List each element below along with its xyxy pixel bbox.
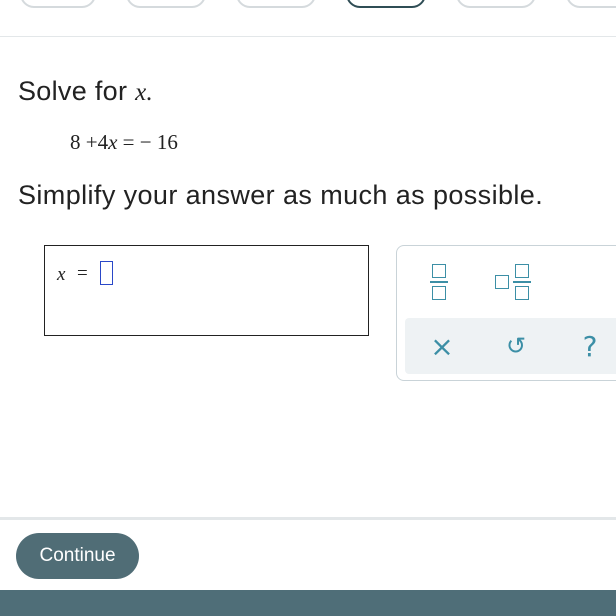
answer-input-area[interactable]: x = xyxy=(44,245,369,336)
equation: 8 +4x = − 16 xyxy=(70,130,178,155)
instruction-text: Simplify your answer as much as possible… xyxy=(18,180,544,210)
continue-button[interactable]: Continue xyxy=(16,533,139,579)
progress-step[interactable] xyxy=(20,0,96,8)
equation-rhs: − 16 xyxy=(139,130,178,154)
prompt-text: Solve for xyxy=(18,76,128,106)
equation-coefficient: 4 xyxy=(97,130,109,154)
answer-variable: x xyxy=(57,264,66,285)
palette-template-row xyxy=(397,246,616,316)
help-icon: ? xyxy=(582,329,598,363)
equation-constant: 8 xyxy=(70,130,81,154)
progress-step[interactable] xyxy=(126,0,206,8)
equation-plus: + xyxy=(85,130,98,154)
palette-action-row: × ↺ ? xyxy=(405,318,616,374)
progress-step[interactable] xyxy=(456,0,536,8)
equation-equals: = xyxy=(122,130,135,154)
mixed-number-icon[interactable] xyxy=(491,260,537,304)
help-button[interactable]: ? xyxy=(573,326,607,366)
close-icon: × xyxy=(430,329,454,363)
footer-divider xyxy=(0,517,616,520)
undo-button[interactable]: ↺ xyxy=(499,326,533,366)
math-palette: × ↺ ? xyxy=(396,245,616,381)
progress-strip xyxy=(0,0,616,37)
undo-icon: ↺ xyxy=(505,332,527,360)
clear-button[interactable]: × xyxy=(425,326,459,366)
progress-step[interactable] xyxy=(566,0,616,8)
prompt-variable: x. xyxy=(135,79,154,106)
progress-step-current[interactable] xyxy=(346,0,426,8)
equation-variable: x xyxy=(108,130,118,154)
bottom-bar xyxy=(0,590,616,616)
answer-input-cursor[interactable] xyxy=(100,261,113,285)
fraction-icon[interactable] xyxy=(423,260,457,304)
answer-equals: = xyxy=(77,263,88,284)
progress-step[interactable] xyxy=(236,0,316,8)
question-prompt: Solve for x. xyxy=(18,76,153,107)
